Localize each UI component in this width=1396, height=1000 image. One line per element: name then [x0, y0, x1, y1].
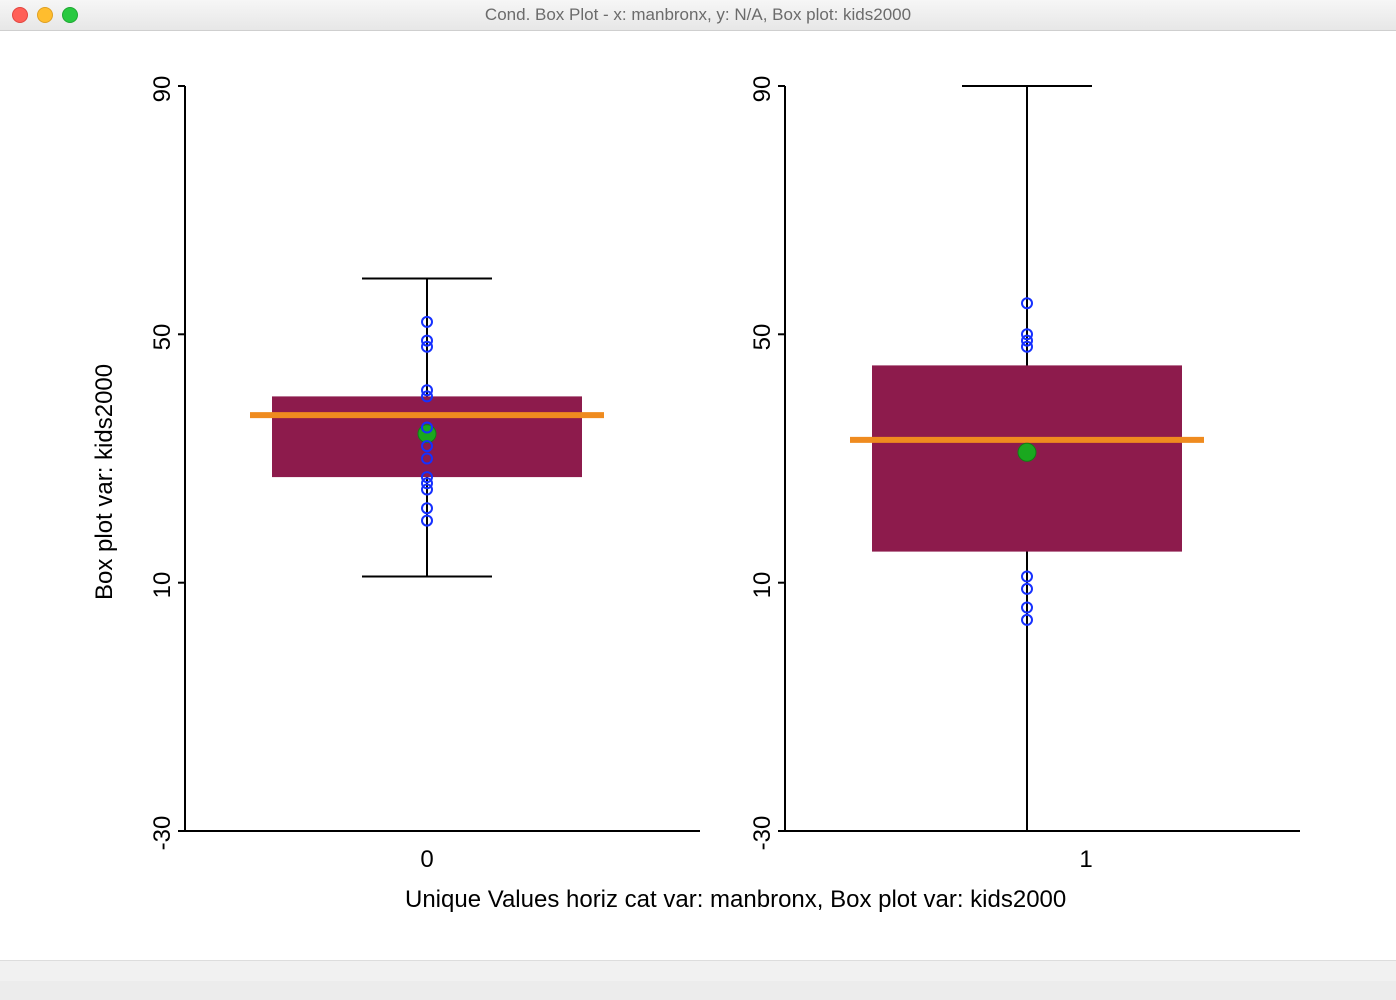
plot-svg — [0, 31, 1396, 981]
ytick-label: -30 — [749, 813, 777, 853]
zoom-icon[interactable] — [62, 7, 78, 23]
bottom-strip — [0, 960, 1396, 981]
ytick-label: 10 — [149, 570, 177, 600]
y-axis-label: Box plot var: kids2000 — [91, 320, 119, 600]
traffic-lights — [0, 7, 78, 23]
xtick-label: 0 — [407, 846, 447, 874]
ytick-label: 90 — [749, 74, 777, 104]
left-mean-dot — [418, 425, 436, 443]
window-title: Cond. Box Plot - x: manbronx, y: N/A, Bo… — [0, 5, 1396, 25]
xtick-label: 1 — [1066, 846, 1106, 874]
ytick-label: 90 — [149, 74, 177, 104]
ytick-label: -30 — [149, 813, 177, 853]
window-titlebar: Cond. Box Plot - x: manbronx, y: N/A, Bo… — [0, 0, 1396, 31]
ytick-label: 10 — [749, 570, 777, 600]
minimize-icon[interactable] — [37, 7, 53, 23]
x-axis-label: Unique Values horiz cat var: manbronx, B… — [405, 886, 1066, 914]
plot-canvas: -30 10 50 90 -30 10 50 90 Box plot var: … — [0, 31, 1396, 981]
ytick-label: 50 — [149, 322, 177, 352]
close-icon[interactable] — [12, 7, 28, 23]
right-mean-dot — [1018, 443, 1036, 461]
ytick-label: 50 — [749, 322, 777, 352]
